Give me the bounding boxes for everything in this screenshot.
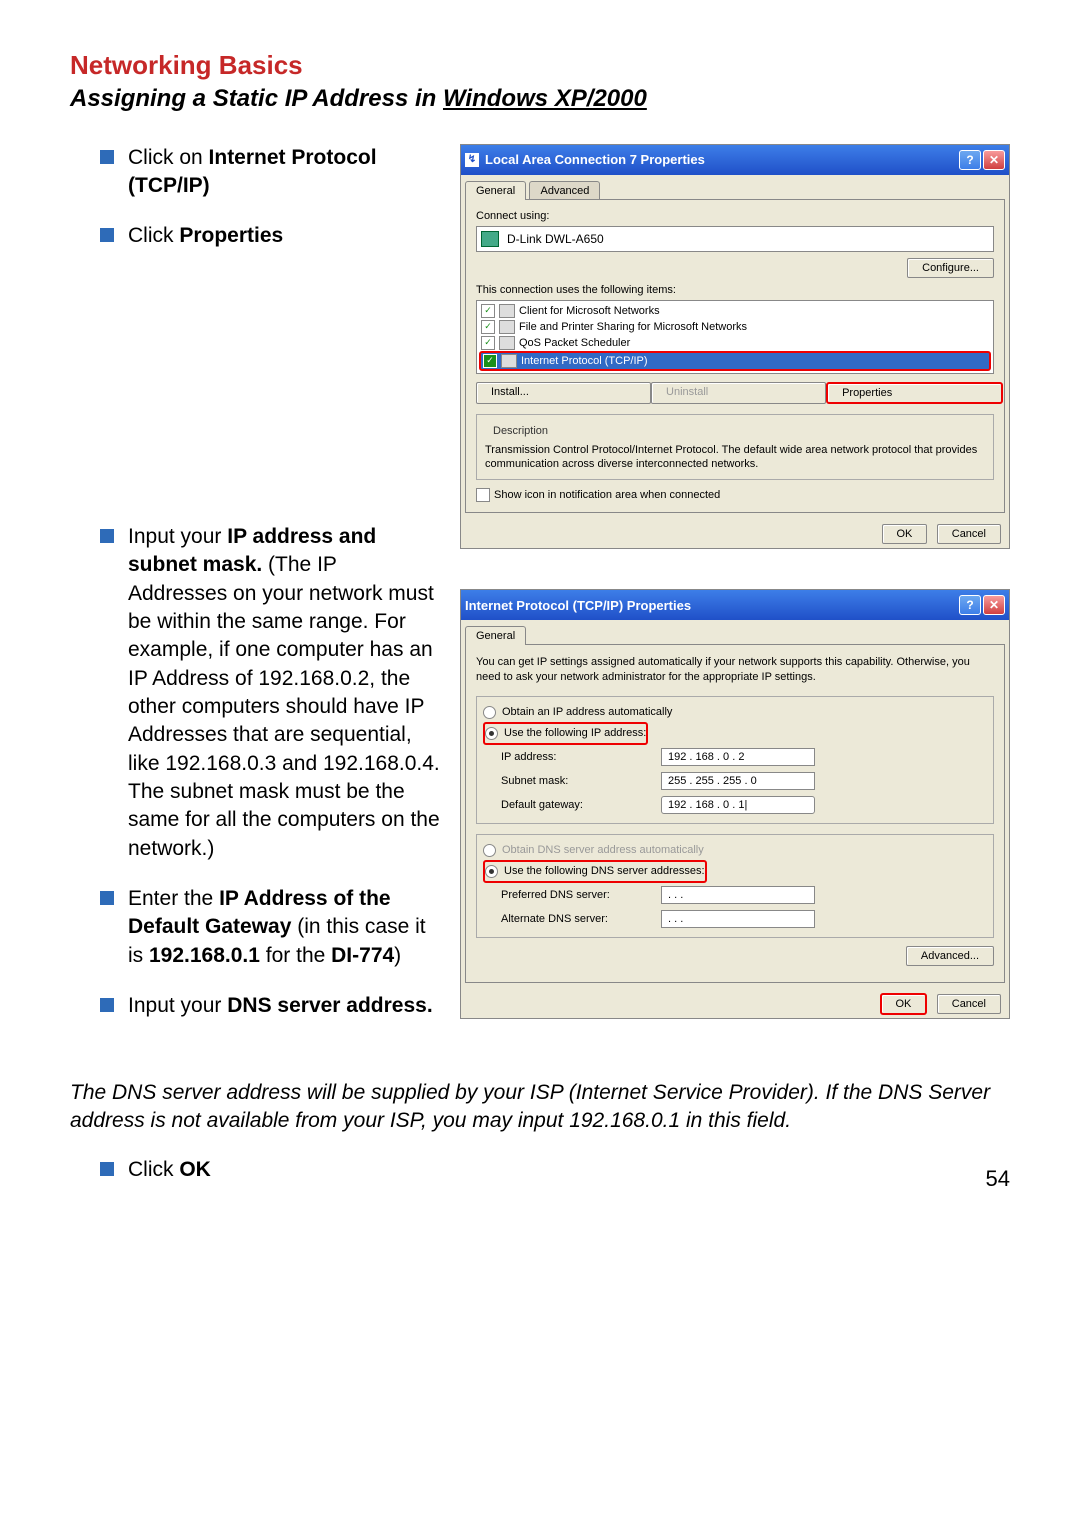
bullet-icon xyxy=(100,891,114,905)
checkbox-icon[interactable]: ✓ xyxy=(483,354,497,368)
bullet-item: Enter the IP Address of the Default Gate… xyxy=(100,885,440,970)
help-button[interactable]: ? xyxy=(959,150,981,170)
ok-button[interactable]: OK xyxy=(880,993,928,1015)
radio-use-dns[interactable]: Use the following DNS server addresses: xyxy=(483,860,707,883)
items-label: This connection uses the following items… xyxy=(476,284,994,296)
ok-button[interactable]: OK xyxy=(882,524,928,544)
gateway-input[interactable]: 192 . 168 . 0 . 1| xyxy=(661,796,815,814)
bullet-icon xyxy=(100,998,114,1012)
tab-advanced[interactable]: Advanced xyxy=(529,181,600,200)
connect-using-label: Connect using: xyxy=(476,210,994,222)
radio-icon[interactable] xyxy=(483,706,496,719)
tab-panel: Connect using: D-Link DWL-A650 Configure… xyxy=(465,199,1005,514)
bullet-icon xyxy=(100,228,114,242)
page-title: Networking Basics xyxy=(70,50,1010,81)
adapter-box: D-Link DWL-A650 xyxy=(476,226,994,252)
gateway-row: Default gateway:192 . 168 . 0 . 1| xyxy=(483,793,987,817)
ip-address-row: IP address:192 . 168 . 0 . 2 xyxy=(483,745,987,769)
properties-button[interactable]: Properties xyxy=(826,382,1003,404)
connection-properties-dialog: ↯ Local Area Connection 7 Properties ? ✕… xyxy=(460,144,1010,550)
bullet-item: Input your IP address and subnet mask. (… xyxy=(100,523,440,863)
bullet-item: Input your DNS server address. xyxy=(100,992,440,1020)
bullet-text: Enter the IP Address of the Default Gate… xyxy=(128,885,440,970)
preferred-dns-row: Preferred DNS server: . . . xyxy=(483,883,987,907)
intro-text: You can get IP settings assigned automat… xyxy=(476,655,994,684)
list-item[interactable]: ✓File and Printer Sharing for Microsoft … xyxy=(479,319,991,335)
radio-obtain-dns: Obtain DNS server address automatically xyxy=(483,841,987,860)
adapter-name: D-Link DWL-A650 xyxy=(507,232,604,246)
close-button[interactable]: ✕ xyxy=(983,595,1005,615)
description-legend: Description xyxy=(489,425,552,437)
bullet-item: Click Properties xyxy=(100,222,440,250)
preferred-dns-input[interactable]: . . . xyxy=(661,886,815,904)
list-item[interactable]: ✓Client for Microsoft Networks xyxy=(479,303,991,319)
description-text: Transmission Control Protocol/Internet P… xyxy=(485,443,985,472)
network-icon: ↯ xyxy=(465,153,479,167)
tab-general[interactable]: General xyxy=(465,181,526,200)
install-button[interactable]: Install... xyxy=(476,382,651,404)
alternate-dns-input[interactable]: . . . xyxy=(661,910,815,928)
help-button[interactable]: ? xyxy=(959,595,981,615)
ip-group: Obtain an IP address automatically Use t… xyxy=(476,696,994,824)
alternate-dns-row: Alternate DNS server: . . . xyxy=(483,907,987,931)
radio-use-ip[interactable]: Use the following IP address: xyxy=(483,722,648,745)
bullet-icon xyxy=(100,529,114,543)
left-column: Click on Internet Protocol (TCP/IP) Clic… xyxy=(70,144,440,1059)
bullet-text: Input your IP address and subnet mask. (… xyxy=(128,523,440,863)
uninstall-button: Uninstall xyxy=(651,382,826,404)
dialog-title: Local Area Connection 7 Properties xyxy=(485,152,957,167)
main-layout: Click on Internet Protocol (TCP/IP) Clic… xyxy=(70,144,1010,1059)
client-icon xyxy=(499,304,515,318)
bullet-text: Click on Internet Protocol (TCP/IP) xyxy=(128,144,440,201)
dialog-buttons: OK Cancel xyxy=(461,988,1009,1018)
show-icon-row[interactable]: Show icon in notification area when conn… xyxy=(476,488,994,502)
configure-button[interactable]: Configure... xyxy=(907,258,994,278)
bullet-text: Input your DNS server address. xyxy=(128,992,433,1020)
protocol-icon xyxy=(501,354,517,368)
service-icon xyxy=(499,320,515,334)
bullet-item: Click OK xyxy=(100,1156,986,1184)
list-item-tcpip[interactable]: ✓Internet Protocol (TCP/IP) xyxy=(479,351,991,371)
list-item[interactable]: ✓QoS Packet Scheduler xyxy=(479,335,991,351)
dialog-buttons: OK Cancel xyxy=(461,518,1009,548)
advanced-button[interactable]: Advanced... xyxy=(906,946,994,966)
service-icon xyxy=(499,336,515,350)
cancel-button[interactable]: Cancel xyxy=(937,994,1001,1014)
checkbox-icon[interactable] xyxy=(476,488,490,502)
checkbox-icon[interactable]: ✓ xyxy=(481,304,495,318)
button-row: Install... Uninstall Properties xyxy=(476,382,994,404)
radio-icon xyxy=(483,844,496,857)
tab-strip: General Advanced xyxy=(461,175,1009,200)
page-number: 54 xyxy=(986,1166,1010,1192)
subnet-mask-input[interactable]: 255 . 255 . 255 . 0 xyxy=(661,772,815,790)
bullet-text: Click OK xyxy=(128,1156,211,1184)
titlebar[interactable]: ↯ Local Area Connection 7 Properties ? ✕ xyxy=(461,145,1009,175)
cancel-button[interactable]: Cancel xyxy=(937,524,1001,544)
page-subtitle: Assigning a Static IP Address in Windows… xyxy=(70,85,1010,114)
tcpip-properties-dialog: Internet Protocol (TCP/IP) Properties ? … xyxy=(460,589,1010,1019)
radio-icon[interactable] xyxy=(485,865,498,878)
titlebar[interactable]: Internet Protocol (TCP/IP) Properties ? … xyxy=(461,590,1009,620)
bullet-icon xyxy=(100,1162,114,1176)
bullet-item: Click on Internet Protocol (TCP/IP) xyxy=(100,144,440,201)
close-button[interactable]: ✕ xyxy=(983,150,1005,170)
tab-general[interactable]: General xyxy=(465,626,526,645)
items-list[interactable]: ✓Client for Microsoft Networks ✓File and… xyxy=(476,300,994,374)
checkbox-icon[interactable]: ✓ xyxy=(481,320,495,334)
dns-group: Obtain DNS server address automatically … xyxy=(476,834,994,938)
description-group: Description Transmission Control Protoco… xyxy=(476,414,994,481)
tab-panel: You can get IP settings assigned automat… xyxy=(465,644,1005,983)
checkbox-icon[interactable]: ✓ xyxy=(481,336,495,350)
bullet-text: Click Properties xyxy=(128,222,283,250)
ip-address-input[interactable]: 192 . 168 . 0 . 2 xyxy=(661,748,815,766)
dialog-title: Internet Protocol (TCP/IP) Properties xyxy=(465,598,957,613)
bullet-icon xyxy=(100,150,114,164)
right-column: ↯ Local Area Connection 7 Properties ? ✕… xyxy=(460,144,1010,1059)
nic-icon xyxy=(481,231,499,247)
radio-obtain-ip[interactable]: Obtain an IP address automatically xyxy=(483,703,987,722)
footer-note: The DNS server address will be supplied … xyxy=(70,1079,1010,1136)
radio-icon[interactable] xyxy=(485,727,498,740)
subnet-mask-row: Subnet mask:255 . 255 . 255 . 0 xyxy=(483,769,987,793)
tab-strip: General xyxy=(461,620,1009,645)
